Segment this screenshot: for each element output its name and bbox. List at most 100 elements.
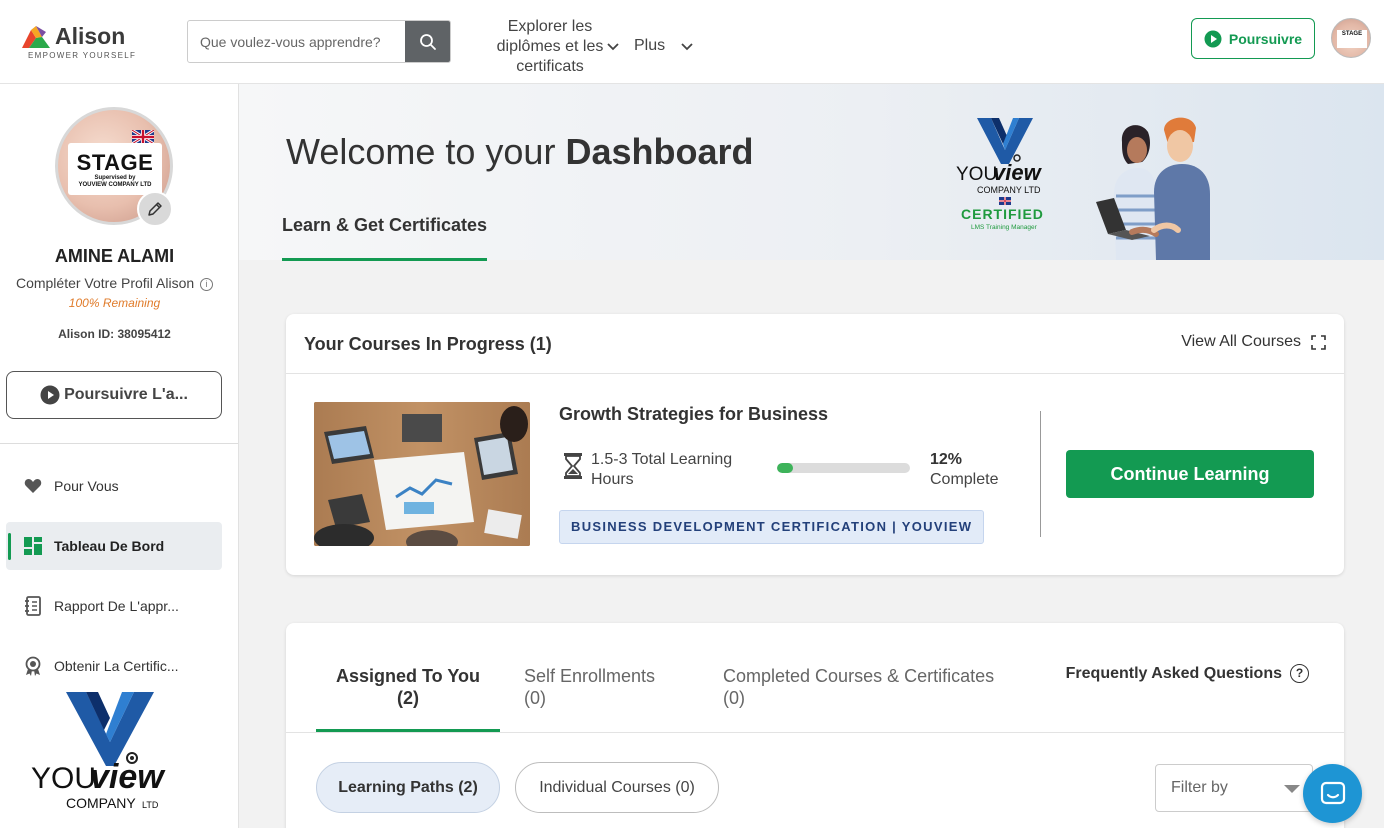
sidebar-item-label: Pour Vous xyxy=(54,478,119,494)
dashboard-icon xyxy=(24,537,42,555)
continue-learning-button[interactable]: Continue Learning xyxy=(1066,450,1314,498)
resume-learning-button[interactable]: Poursuivre L'a... xyxy=(6,371,222,419)
expand-icon xyxy=(1311,334,1326,350)
chat-icon xyxy=(1320,781,1345,804)
brand-you: YOU xyxy=(31,762,96,795)
youview-certified-logo: YOU view COMPANY LTD CERTIFIED LMS Train… xyxy=(956,118,1044,231)
logo-tagline: EMPOWER YOURSELF xyxy=(28,51,137,60)
logo-certified: CERTIFIED xyxy=(961,206,1044,222)
search-input[interactable] xyxy=(188,21,407,62)
profile-remaining: 100% Remaining xyxy=(68,296,161,310)
sidebar-divider xyxy=(0,443,238,444)
uk-flag-icon xyxy=(132,130,154,144)
meeting-photo-icon xyxy=(314,402,530,546)
tab-completed-courses[interactable]: Completed Courses & Certificates (0) xyxy=(723,665,994,709)
nav-more-label: Plus xyxy=(634,37,666,54)
tab-learn-certificates[interactable]: Learn & Get Certificates xyxy=(282,215,488,261)
tab-label: Self Enrollments xyxy=(524,666,656,686)
pencil-icon xyxy=(148,202,162,216)
course-progress-bar xyxy=(777,463,910,473)
resume-label: Poursuivre xyxy=(1228,30,1303,47)
avatar-card: STAGE xyxy=(1337,30,1367,48)
top-header: Alison EMPOWER YOURSELF Explorer les dip… xyxy=(0,0,1384,84)
sidebar-item-label: Tableau De Bord xyxy=(54,538,165,554)
course-title[interactable]: Growth Strategies for Business xyxy=(559,404,828,425)
notebook-icon xyxy=(25,596,41,616)
certification-badge[interactable]: BUSINESS DEVELOPMENT CERTIFICATION | YOU… xyxy=(559,510,985,544)
sidebar-item-pour-vous[interactable]: Pour Vous xyxy=(6,462,222,510)
welcome-bold: Dashboard xyxy=(565,131,754,172)
hourglass-icon xyxy=(564,453,582,479)
nav-more-menu[interactable]: Plus xyxy=(634,37,693,55)
people-illustration-icon xyxy=(1096,117,1210,260)
logo-you: YOU xyxy=(956,164,997,185)
faq-link[interactable]: Frequently Asked Questions ? xyxy=(1066,664,1309,683)
page-title: Welcome to your Dashboard xyxy=(286,131,754,173)
alison-id: Alison ID: 38095412 xyxy=(58,327,171,341)
tab-label: Assigned To You xyxy=(336,666,481,686)
tab-count: (2) xyxy=(397,688,419,708)
stage-card-sub1: Supervised by xyxy=(94,175,136,181)
award-icon xyxy=(25,656,41,676)
stage-card-title: STAGE xyxy=(76,150,154,175)
progress-complete-label: Complete xyxy=(930,471,999,488)
sidebar-item-label: Rapport De L'appr... xyxy=(54,598,179,614)
course-thumbnail[interactable] xyxy=(314,402,530,546)
youview-company-logo: YOU view COMPANY LTD xyxy=(31,692,166,811)
stage-card-sub2: YOUVIEW COMPANY LTD xyxy=(78,182,152,188)
course-hours-label: 1.5-3 Total Learning Hours xyxy=(591,451,733,488)
alison-logo-mark-icon xyxy=(22,26,50,48)
question-circle-icon: ? xyxy=(1290,664,1309,683)
faq-label: Frequently Asked Questions xyxy=(1065,664,1282,682)
sidebar-item-rapport[interactable]: Rapport De L'appr... xyxy=(6,582,222,630)
chat-button[interactable] xyxy=(1303,764,1362,823)
chevron-down-icon xyxy=(681,43,693,51)
learning-paths-pill[interactable]: Learning Paths (2) xyxy=(316,762,500,813)
filter-select[interactable]: Filter by xyxy=(1155,764,1313,812)
vertical-divider xyxy=(1040,411,1041,537)
view-all-courses-label: View All Courses xyxy=(1181,333,1301,350)
view-all-courses-link[interactable]: View All Courses xyxy=(1181,333,1326,351)
edit-avatar-button[interactable] xyxy=(137,191,173,227)
user-name: AMINE ALAMI xyxy=(54,246,175,266)
course-tabs: Assigned To You (2) Self Enrollments (0)… xyxy=(286,623,1344,733)
heart-icon xyxy=(24,479,42,493)
dropdown-arrow-icon xyxy=(1284,785,1300,793)
stage-card: STAGE Supervised by YOUVIEW COMPANY LTD xyxy=(68,143,162,195)
search-box xyxy=(187,20,451,63)
resume-learning-label: Poursuivre L'a... xyxy=(64,386,188,403)
sidebar-item-tableau-de-bord[interactable]: Tableau De Bord xyxy=(6,522,222,570)
nav-explore-label: Explorer les diplômes et les certificats xyxy=(496,18,604,75)
sidebar: STAGE Supervised by YOUVIEW COMPANY LTD … xyxy=(0,84,239,828)
tab-assigned-to-you[interactable]: Assigned To You (2) xyxy=(336,665,480,709)
complete-profile-link[interactable]: Compléter Votre Profil Alison i xyxy=(0,275,229,291)
user-avatar[interactable]: STAGE xyxy=(1331,18,1371,58)
brand-ltd: LTD xyxy=(142,800,159,810)
logo-view: view xyxy=(993,160,1043,185)
brand-company: COMPANY xyxy=(66,795,136,811)
search-button[interactable] xyxy=(405,21,450,62)
alison-logo[interactable]: Alison EMPOWER YOURSELF xyxy=(22,22,142,62)
uk-flag-icon xyxy=(999,197,1011,205)
tab-count: (0) xyxy=(723,688,745,708)
courses-in-progress-title: Your Courses In Progress (1) xyxy=(304,334,552,354)
progress-percent-value: 12% xyxy=(930,451,963,468)
logo-name: Alison xyxy=(55,23,126,49)
search-icon xyxy=(419,33,436,50)
individual-courses-pill[interactable]: Individual Courses (0) xyxy=(515,762,719,813)
resume-button[interactable]: Poursuivre xyxy=(1191,18,1315,59)
info-icon[interactable]: i xyxy=(200,278,214,291)
play-circle-icon xyxy=(40,385,60,405)
tab-label: Completed Courses & Certificates xyxy=(723,666,995,686)
tab-self-enrollments[interactable]: Self Enrollments (0) xyxy=(524,665,655,709)
brand-view: view xyxy=(90,758,166,796)
course-progress-percent: 12% Complete xyxy=(930,450,998,490)
play-circle-icon xyxy=(1204,30,1222,47)
courses-in-progress-header: Your Courses In Progress (1) View All Co… xyxy=(286,314,1344,374)
complete-profile-label: Compléter Votre Profil Alison xyxy=(15,275,195,291)
logo-company: COMPANY LTD xyxy=(977,185,1041,195)
filter-placeholder: Filter by xyxy=(1171,779,1228,796)
chevron-down-icon xyxy=(607,43,619,51)
sidebar-item-certification[interactable]: Obtenir La Certific... xyxy=(6,642,222,690)
nav-explore-menu[interactable]: Explorer les diplômes et les certificats xyxy=(470,17,630,77)
